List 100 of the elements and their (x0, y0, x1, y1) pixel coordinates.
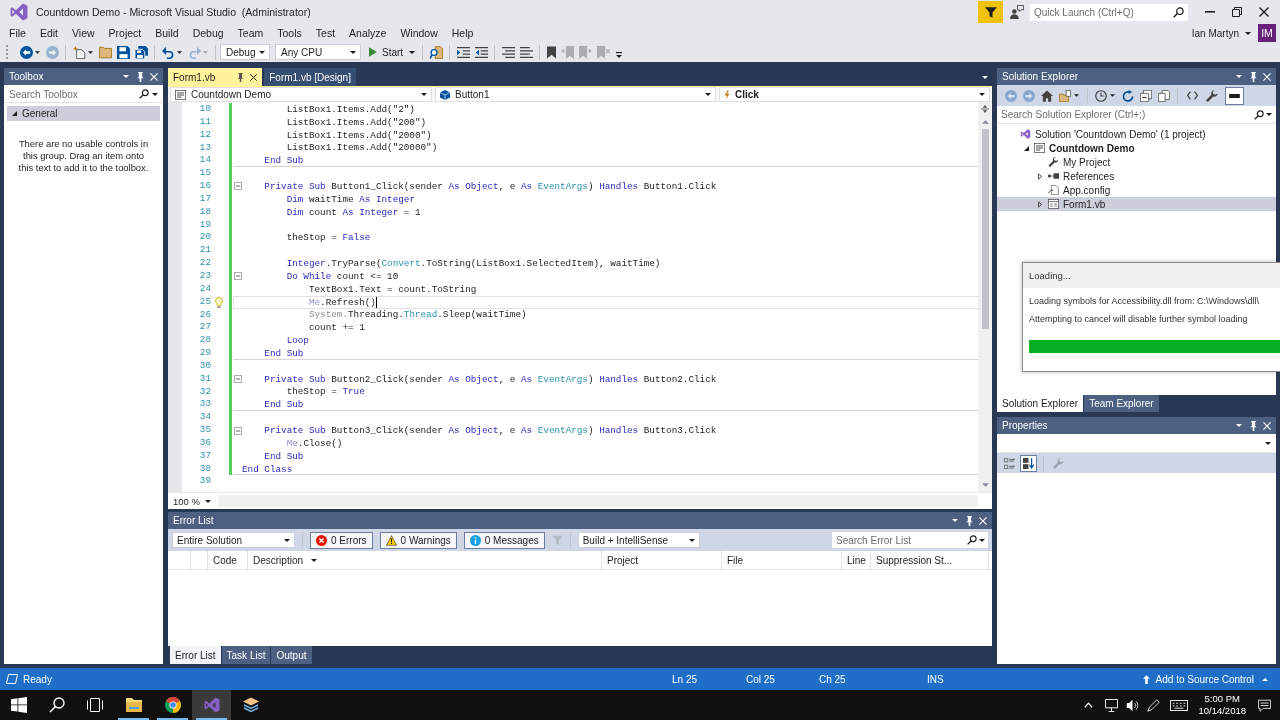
tree-item[interactable]: Form1.vb (1063, 198, 1106, 210)
caret-icon[interactable] (1236, 424, 1242, 427)
search-icon[interactable] (139, 89, 149, 99)
panel-tab[interactable]: Solution Explorer (997, 395, 1084, 412)
back-arrow-icon[interactable] (19, 45, 33, 59)
caret-icon[interactable] (123, 75, 129, 78)
filter-toggle[interactable]: 0 Messages (463, 531, 545, 549)
caret-icon[interactable] (35, 50, 40, 54)
document-tab[interactable]: Form1.vb [Design] (264, 68, 356, 86)
copy-icon[interactable] (1158, 89, 1170, 102)
pin-icon[interactable] (237, 72, 245, 82)
collapsed-arrow-icon[interactable] (1038, 200, 1042, 208)
expanded-arrow-icon[interactable] (12, 111, 17, 116)
search-icon[interactable] (1254, 109, 1264, 120)
indent-icon[interactable] (456, 45, 470, 59)
restore-icon[interactable] (1232, 7, 1242, 17)
network-icon[interactable] (1105, 698, 1119, 712)
user-name[interactable]: Ian Martyn (1191, 27, 1239, 39)
caret-icon[interactable] (177, 50, 182, 54)
save-icon[interactable] (116, 45, 130, 59)
scroll-thumb[interactable] (981, 129, 989, 329)
find-icon[interactable] (429, 45, 443, 59)
menu-item[interactable]: Tools (270, 25, 309, 41)
search-field[interactable]: Search Error List (832, 532, 988, 548)
close-icon[interactable] (1259, 7, 1269, 17)
caret-icon[interactable] (152, 92, 158, 96)
save-all-icon[interactable] (134, 45, 148, 59)
filter-toggle[interactable]: 0 Warnings (379, 531, 457, 549)
toolbar-toggle[interactable] (1020, 454, 1037, 472)
folder-icon[interactable] (125, 697, 142, 713)
search-field[interactable]: Search Solution Explorer (Ctrl+;) (997, 106, 1276, 124)
clock-date[interactable]: 10/14/2018 (1198, 705, 1246, 717)
toolbar-dropdown[interactable]: Any CPU (275, 44, 361, 60)
pin-icon[interactable] (966, 515, 973, 526)
vertical-scrollbar[interactable] (978, 102, 992, 492)
code-icon[interactable] (1187, 91, 1198, 100)
tree-item[interactable]: Solution 'Countdown Demo' (1 project) (1035, 128, 1206, 140)
split-icon[interactable] (981, 105, 989, 113)
caret-icon[interactable] (1266, 113, 1272, 116)
chevron-up-icon[interactable] (1084, 702, 1094, 708)
caret-icon[interactable] (1236, 75, 1242, 78)
clock-time[interactable]: 5:00 PM (1204, 693, 1240, 705)
menu-item[interactable]: Debug (185, 25, 231, 41)
scope-dropdown[interactable]: Entire Solution (172, 532, 295, 548)
pin-icon[interactable] (1250, 420, 1257, 431)
menu-item[interactable]: Project (101, 25, 149, 41)
undo-icon[interactable] (161, 45, 175, 59)
column-header[interactable]: File (722, 551, 842, 569)
tree-item[interactable]: Countdown Demo (1049, 142, 1135, 154)
new-document-icon[interactable] (72, 45, 86, 59)
keyboard-icon[interactable] (1170, 699, 1189, 711)
column-header[interactable]: Suppression St... (871, 551, 989, 569)
navigation-dropdown[interactable]: Click (719, 87, 990, 102)
caret-icon[interactable] (979, 538, 985, 542)
panel-tab[interactable]: Task List (221, 646, 271, 664)
panel-tab[interactable]: Output (271, 646, 312, 664)
menu-item[interactable]: Test (308, 25, 343, 41)
clock-icon[interactable] (1095, 89, 1107, 102)
source-dropdown[interactable]: Build + IntelliSense (577, 532, 700, 548)
pen-icon[interactable] (1147, 698, 1161, 712)
menu-item[interactable]: Build (148, 25, 186, 41)
layers-icon[interactable] (242, 697, 259, 713)
user-avatar[interactable]: IM (1258, 24, 1276, 42)
collapsed-arrow-icon[interactable] (1038, 172, 1042, 180)
quick-launch-field[interactable]: Quick Launch (Ctrl+Q) (1030, 3, 1188, 21)
home-icon[interactable] (1041, 89, 1053, 102)
caret-icon[interactable] (1074, 94, 1079, 97)
column-header[interactable]: Code (208, 551, 248, 569)
speaker-icon[interactable] (1126, 698, 1140, 712)
caret-up-icon[interactable] (1262, 677, 1268, 681)
search-icon[interactable] (49, 697, 65, 713)
folder-document-icon[interactable] (1059, 89, 1071, 102)
column-header[interactable]: Line (842, 551, 871, 569)
start-button[interactable]: Start (366, 43, 419, 61)
outdent-icon[interactable] (474, 45, 488, 59)
search-field[interactable]: Search Toolbox (4, 86, 163, 103)
column-header[interactable]: Description (248, 551, 602, 569)
navigation-dropdown[interactable]: Button1 (435, 87, 716, 102)
caret-icon[interactable] (88, 50, 93, 54)
caret-icon[interactable] (952, 519, 958, 522)
caret-icon[interactable] (1245, 31, 1251, 35)
panel-tab[interactable]: Error List (170, 646, 221, 664)
wrench-icon[interactable] (1206, 89, 1218, 102)
tree-item[interactable]: My Project (1063, 156, 1111, 168)
menu-item[interactable]: File (2, 25, 33, 41)
lines-icon[interactable] (519, 45, 533, 59)
close-icon[interactable] (250, 73, 258, 81)
app-logo-icon[interactable] (203, 697, 220, 713)
panel-tab[interactable]: Team Explorer (1084, 395, 1159, 412)
tree-item[interactable]: App.config (1063, 184, 1111, 196)
overflow-icon[interactable] (616, 51, 623, 58)
filter-toggle[interactable]: 0 Errors (310, 531, 373, 549)
collapse-icon[interactable] (1140, 89, 1152, 102)
lines-icon[interactable] (501, 45, 515, 59)
toolbar-dropdown[interactable]: Debug (220, 44, 270, 60)
menu-item[interactable]: Window (393, 25, 445, 41)
expanded-arrow-icon[interactable] (1023, 145, 1029, 151)
search-icon[interactable] (967, 535, 977, 545)
up-arrow-icon[interactable] (1142, 674, 1150, 684)
task-view-icon[interactable] (87, 697, 103, 713)
